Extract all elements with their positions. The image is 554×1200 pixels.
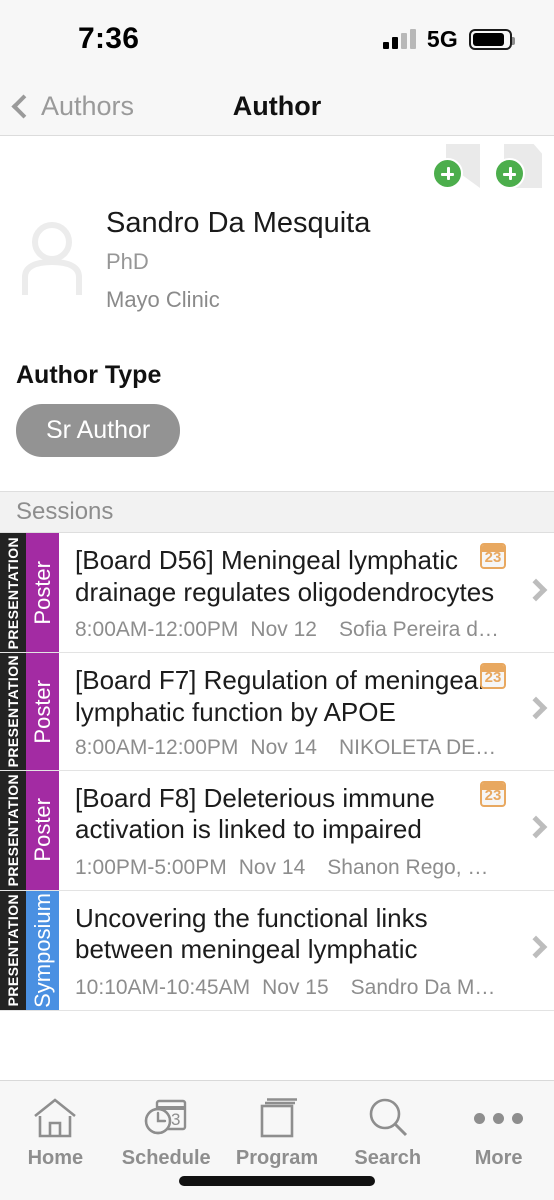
session-type-strip: PRESENTATION	[0, 653, 26, 770]
author-details: Sandro Da Mesquita PhD Mayo Clinic	[88, 206, 370, 313]
session-row[interactable]: PRESENTATION Poster [Board F7] Regulation …	[0, 653, 554, 771]
session-type-label: PRESENTATION	[5, 655, 21, 768]
session-type-label: PRESENTATION	[5, 893, 21, 1007]
tab-search-label: Search	[354, 1147, 422, 1169]
session-time: 8:00AM-12:00PM	[75, 735, 239, 759]
home-icon	[32, 1095, 78, 1141]
status-indicators: 5G	[382, 25, 515, 53]
add-bookmark-button[interactable]	[432, 144, 488, 194]
session-row[interactable]: PRESENTATION Symposium Uncovering the func…	[0, 890, 554, 1011]
navigation-bar: Authors Author	[0, 78, 554, 136]
author-type-badge: Sr Author	[16, 404, 181, 458]
tab-home[interactable]: Home	[0, 1095, 111, 1170]
session-kind-strip: Poster	[26, 533, 59, 653]
session-body: [Board F8] Deleterious immune activation…	[59, 771, 554, 890]
status-bar: 7:36 5G	[0, 0, 554, 78]
session-authors: Sandro Da Mesquita	[350, 975, 502, 999]
search-icon	[365, 1095, 411, 1141]
home-indicator[interactable]	[179, 1176, 375, 1186]
plus-icon	[494, 158, 525, 189]
network-type-label: 5G	[426, 25, 458, 52]
cellular-signal-icon	[382, 29, 416, 49]
tab-program-label: Program	[235, 1147, 319, 1169]
author-info: Sandro Da Mesquita PhD Mayo Clinic	[0, 198, 554, 313]
session-title: [Board D56] Meningeal lymphatic drainage…	[75, 545, 495, 611]
calendar-icon-day: 23	[484, 669, 502, 687]
session-authors: Sofia Pereira das Neves, Nickolet…	[338, 618, 502, 642]
battery-icon	[469, 28, 515, 50]
session-date: Nov 12	[250, 618, 317, 642]
status-time: 7:36	[78, 22, 140, 55]
chevron-right-icon	[524, 935, 548, 959]
session-time: 1:00PM-5:00PM	[75, 855, 227, 879]
session-meta: 8:00AM-12:00PM Nov 12 Sofia Pereira das Ne…	[75, 618, 502, 642]
session-date: Nov 14	[250, 735, 317, 759]
session-row[interactable]: PRESENTATION Poster [Board F8] Deleterious…	[0, 770, 554, 891]
session-time: 8:00AM-12:00PM	[75, 618, 239, 642]
session-meta: 10:10AM-10:45AM Nov 15 Sandro Da Mesquita	[75, 976, 502, 1000]
calendar-clock-icon: 23	[143, 1095, 189, 1141]
session-kind-strip: Poster	[26, 770, 59, 890]
session-type-strip: PRESENTATION	[0, 533, 26, 653]
calendar-icon-day: 23	[484, 549, 502, 567]
session-kind-strip: Poster	[26, 653, 59, 770]
tab-bar: Home 23 Schedule	[0, 1080, 554, 1200]
session-type-label: PRESENTATION	[5, 773, 21, 887]
chevron-left-icon	[11, 94, 36, 119]
session-type-strip: PRESENTATION	[0, 890, 26, 1010]
sessions-header-label: Sessions	[16, 498, 114, 526]
calendar-icon[interactable]: 23	[480, 663, 506, 690]
tab-schedule-label: Schedule	[121, 1147, 211, 1169]
session-kind-label: Poster	[29, 679, 55, 744]
calendar-icon-day: 23	[484, 786, 502, 804]
chevron-right-icon	[524, 578, 548, 602]
back-button[interactable]: Authors	[0, 91, 134, 122]
action-bar	[0, 136, 554, 198]
session-time: 10:10AM-10:45AM	[75, 975, 251, 999]
session-meta: 1:00PM-5:00PM Nov 14 Shanon Rego, Sofia Ne…	[75, 856, 502, 880]
session-body: Uncovering the functional links between …	[59, 891, 554, 1010]
book-icon	[254, 1095, 300, 1141]
session-meta: 8:00AM-12:00PM Nov 14 NIKOLETA DELIVANOGLO…	[75, 736, 502, 760]
session-type-label: PRESENTATION	[5, 536, 21, 649]
session-kind-strip: Symposium	[26, 890, 59, 1010]
author-degree: PhD	[106, 249, 149, 275]
tab-more[interactable]: More	[443, 1095, 554, 1170]
session-date: Nov 15	[262, 975, 329, 999]
ellipsis-icon	[474, 1095, 524, 1141]
session-authors: Shanon Rego, Sofia Neves, NIKO…	[327, 855, 502, 879]
session-kind-label: Poster	[29, 798, 55, 862]
app-screen: 7:36 5G Authors Author Sandro Da Mesquit…	[0, 0, 554, 1200]
person-placeholder-icon	[18, 206, 88, 313]
plus-icon	[432, 158, 463, 189]
session-body: [Board F7] Regulation of meningeal lymph…	[59, 653, 554, 769]
tab-program[interactable]: Program	[222, 1095, 333, 1170]
sessions-list: PRESENTATION Poster [Board D56] Meningeal …	[0, 533, 554, 1011]
tab-more-label: More	[474, 1147, 523, 1169]
session-kind-label: Poster	[29, 560, 55, 625]
chevron-right-icon	[524, 815, 548, 839]
author-organization: Mayo Clinic	[106, 287, 220, 313]
session-row[interactable]: PRESENTATION Poster [Board D56] Meningeal …	[0, 533, 554, 654]
session-title: Uncovering the functional links between …	[75, 902, 428, 969]
add-note-button[interactable]	[494, 144, 550, 194]
calendar-icon[interactable]: 23	[480, 780, 506, 807]
session-date: Nov 14	[238, 855, 306, 879]
tab-schedule[interactable]: 23 Schedule	[111, 1095, 222, 1170]
author-name: Sandro Da Mesquita	[106, 207, 371, 239]
sessions-header: Sessions	[0, 491, 554, 534]
author-type-heading: Author Type	[16, 361, 162, 390]
calendar-icon[interactable]: 23	[480, 543, 506, 570]
tab-home-label: Home	[27, 1147, 84, 1169]
session-kind-label: Symposium	[29, 892, 55, 1008]
session-type-strip: PRESENTATION	[0, 770, 26, 890]
session-title: [Board F8] Deleterious immune activation…	[75, 782, 435, 849]
session-authors: NIKOLETA DELIVANOGLOU, Ken…	[338, 735, 502, 759]
chevron-right-icon	[524, 697, 548, 720]
back-button-label: Authors	[41, 91, 135, 121]
session-body: [Board D56] Meningeal lymphatic drainage…	[59, 533, 554, 652]
tab-search[interactable]: Search	[332, 1095, 443, 1170]
session-title: [Board F7] Regulation of meningeal lymph…	[75, 665, 485, 727]
